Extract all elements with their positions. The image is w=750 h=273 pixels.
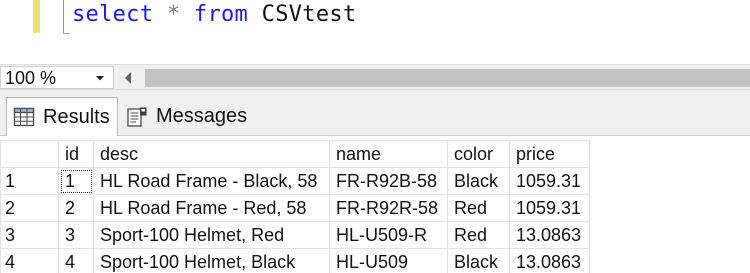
column-header-id[interactable]: id [58,140,94,168]
outline-fold-tick [63,33,69,34]
results-tab-strip: Results Messages [0,90,750,136]
ssms-query-window: select * from CSVtest 100 % Results Mess… [0,0,750,273]
table-row[interactable]: 4 4 Sport-100 Helmet, Black HL-U509 Blac… [0,248,590,273]
change-tracking-marker [33,0,40,33]
cell-price[interactable]: 1059.31 [509,167,590,195]
cell-name[interactable]: FR-R92R-58 [329,194,448,222]
query-editor[interactable]: select * from CSVtest [0,0,750,62]
row-number[interactable]: 1 [0,167,59,195]
cell-name[interactable]: HL-U509 [329,248,448,273]
cell-id[interactable]: 2 [58,194,94,222]
horizontal-scrollbar-thumb[interactable] [145,69,750,87]
cell-price[interactable]: 1059.31 [509,194,590,222]
star-operator: * [166,2,181,27]
row-number[interactable]: 2 [0,194,59,222]
table-identifier: CSVtest [261,2,357,27]
tab-results-label: Results [43,105,110,128]
keyword-from: from [193,2,249,27]
cell-id[interactable]: 4 [58,248,94,273]
row-number-header[interactable] [0,140,59,168]
grid-icon [13,107,35,127]
results-grid-area: id desc name color price 1 1 HL Road Fra… [0,136,750,273]
tab-messages-label: Messages [156,105,248,127]
table-row[interactable]: 2 2 HL Road Frame - Red, 58 FR-R92R-58 R… [0,194,590,222]
outline-fold-line [63,0,64,34]
grid-header-row: id desc name color price [0,140,590,168]
editor-status-bar: 100 % [0,64,750,90]
results-grid: id desc name color price 1 1 HL Road Fra… [0,140,590,273]
column-header-name[interactable]: name [329,140,448,168]
query-text-line[interactable]: select * from CSVtest [72,0,356,30]
zoom-value: 100 % [5,68,57,88]
row-number[interactable]: 3 [0,221,59,249]
cell-id[interactable]: 1 [58,167,94,195]
cell-desc[interactable]: Sport-100 Helmet, Black [93,248,330,273]
cell-color[interactable]: Red [447,194,510,222]
cell-desc[interactable]: HL Road Frame - Red, 58 [93,194,330,222]
cell-desc[interactable]: Sport-100 Helmet, Red [93,221,330,249]
messages-icon [127,107,147,127]
chevron-down-icon [96,76,104,81]
cell-desc[interactable]: HL Road Frame - Black, 58 [93,167,330,195]
tab-messages[interactable]: Messages [120,97,260,136]
cell-id[interactable]: 3 [58,221,94,249]
cell-price[interactable]: 13.0863 [509,221,590,249]
tab-results[interactable]: Results [6,97,118,136]
table-row[interactable]: 3 3 Sport-100 Helmet, Red HL-U509-R Red … [0,221,590,249]
cell-name[interactable]: FR-R92B-58 [329,167,448,195]
cell-price[interactable]: 13.0863 [509,248,590,273]
row-number[interactable]: 4 [0,248,59,273]
scroll-left-arrow-icon[interactable] [120,68,136,88]
column-header-desc[interactable]: desc [93,140,330,168]
table-row[interactable]: 1 1 HL Road Frame - Black, 58 FR-R92B-58… [0,167,590,195]
cell-color[interactable]: Red [447,221,510,249]
keyword-select: select [72,2,154,27]
cell-name[interactable]: HL-U509-R [329,221,448,249]
cell-color[interactable]: Black [447,167,510,195]
column-header-color[interactable]: color [447,140,510,168]
zoom-dropdown[interactable]: 100 % [0,66,114,89]
column-header-price[interactable]: price [509,140,590,168]
cell-color[interactable]: Black [447,248,510,273]
